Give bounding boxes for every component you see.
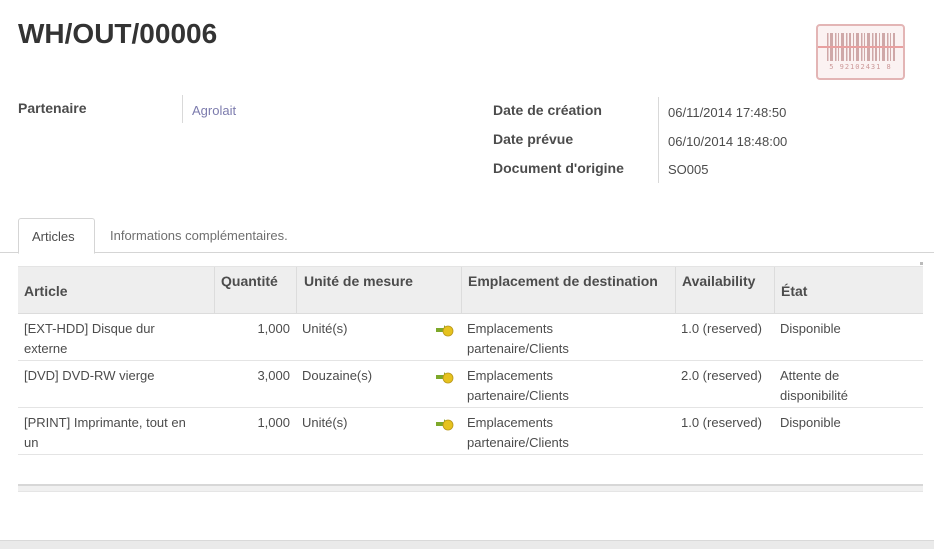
cell-article: [DVD] DVD-RW vierge <box>24 368 155 383</box>
cell-quantity: 3,000 <box>257 368 290 383</box>
cell-uom: Unité(s) <box>302 415 348 430</box>
creation-date-value: 06/11/2014 17:48:50 <box>668 105 787 120</box>
column-header-availability[interactable]: Availability <box>675 267 774 314</box>
creation-date-label: Date de création <box>493 102 602 118</box>
source-doc-value: SO005 <box>668 162 709 177</box>
table-footer <box>18 484 923 492</box>
partner-label: Partenaire <box>18 100 87 116</box>
cell-availability: 2.0 (reserved) <box>681 368 762 383</box>
barcode-scanline <box>818 46 903 48</box>
scroll-indicator <box>920 262 923 265</box>
cell-quantity: 1,000 <box>257 415 290 430</box>
cell-uom: Douzaine(s) <box>302 368 373 383</box>
source-doc-label: Document d'origine <box>493 160 624 176</box>
table-row[interactable]: [PRINT] Imprimante, tout en un 1,000 Uni… <box>18 408 923 455</box>
cell-destination: Emplacements partenaire/Clients <box>467 368 569 403</box>
cell-destination: Emplacements partenaire/Clients <box>467 415 569 450</box>
column-header-article[interactable]: Article <box>18 267 214 314</box>
table-row[interactable]: [DVD] DVD-RW vierge 3,000 Douzaine(s) Em… <box>18 361 923 408</box>
column-header-destination[interactable]: Emplacement de destination <box>461 267 675 314</box>
column-header-uom[interactable]: Unité de mesure <box>296 267 461 314</box>
partner-link[interactable]: Agrolait <box>192 103 236 118</box>
move-lines-table: Article Quantité Unité de mesure Emplace… <box>18 266 923 455</box>
cell-uom: Unité(s) <box>302 321 348 336</box>
table-header: Article Quantité Unité de mesure Emplace… <box>18 266 923 314</box>
barcode-icon[interactable]: 5 92102431 8 <box>816 24 905 80</box>
cell-state: Attente de disponibilité <box>780 368 848 403</box>
page-title: WH/OUT/00006 <box>18 18 218 49</box>
cell-article: [EXT-HDD] Disque dur externe <box>24 321 155 356</box>
table-row[interactable]: [EXT-HDD] Disque dur externe 1,000 Unité… <box>18 314 923 361</box>
cell-availability: 1.0 (reserved) <box>681 415 762 430</box>
column-header-state[interactable]: État <box>774 267 923 314</box>
cell-availability: 1.0 (reserved) <box>681 321 762 336</box>
field-separator <box>658 97 659 183</box>
notebook-tabs: Articles Informations complémentaires. <box>0 218 934 254</box>
column-header-quantity[interactable]: Quantité <box>214 267 296 314</box>
barcode-number: 5 92102431 8 <box>829 63 892 71</box>
cell-quantity: 1,000 <box>257 321 290 336</box>
cell-article: [PRINT] Imprimante, tout en un <box>24 415 186 450</box>
scheduled-date-value[interactable]: 06/10/2014 18:48:00 <box>668 134 787 149</box>
route-arrow-icon[interactable] <box>436 417 454 431</box>
cell-state: Disponible <box>780 415 841 430</box>
scheduled-date-label: Date prévue <box>493 131 574 147</box>
page-bottom-edge <box>0 540 934 549</box>
route-arrow-icon[interactable] <box>436 370 454 384</box>
route-arrow-icon[interactable] <box>436 323 454 337</box>
tab-additional-info[interactable]: Informations complémentaires. <box>97 218 301 254</box>
tab-articles[interactable]: Articles <box>18 218 95 254</box>
cell-state: Disponible <box>780 321 841 336</box>
field-separator <box>182 95 183 123</box>
cell-destination: Emplacements partenaire/Clients <box>467 321 569 356</box>
